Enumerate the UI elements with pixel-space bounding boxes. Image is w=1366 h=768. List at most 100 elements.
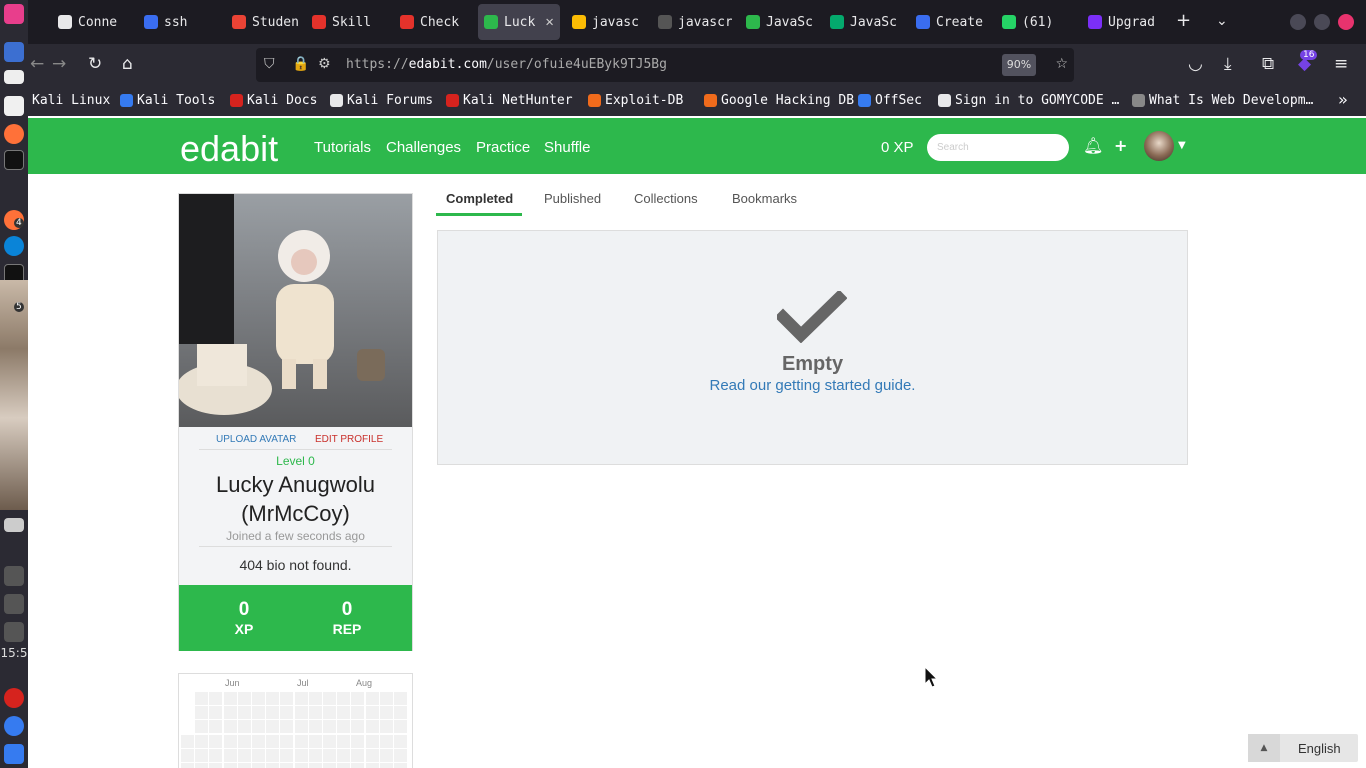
tray-icon[interactable] bbox=[4, 518, 24, 532]
power-icon[interactable] bbox=[4, 622, 24, 642]
tab-completed[interactable]: Completed bbox=[446, 191, 513, 206]
calendar-day-cell bbox=[308, 763, 322, 768]
terminal-icon[interactable] bbox=[4, 150, 24, 170]
home-icon[interactable]: ⌂ bbox=[122, 54, 133, 74]
browser-tab[interactable]: javasc bbox=[566, 4, 644, 40]
upload-avatar-link[interactable]: UPLOAD AVATAR bbox=[216, 434, 296, 445]
bookmark-item[interactable]: Kali Linux bbox=[32, 93, 110, 108]
bookmark-favicon-icon bbox=[120, 94, 133, 107]
tab-collections[interactable]: Collections bbox=[634, 191, 698, 206]
address-bar[interactable]: ⛉ 🔒 ⚙ https://edabit.com/user/ofuie4uEBy… bbox=[256, 48, 1074, 82]
calendar-day-cell bbox=[351, 720, 365, 734]
browser-tab[interactable]: ssh bbox=[138, 4, 218, 40]
tab-label: (61) bbox=[1022, 14, 1054, 30]
new-tab-icon[interactable]: + bbox=[1176, 10, 1191, 31]
bookmark-label: Sign in to GOMYCODE … bbox=[955, 93, 1120, 108]
browser-tab[interactable]: Check bbox=[394, 4, 470, 40]
lock-icon[interactable] bbox=[4, 688, 24, 708]
kali-menu-icon[interactable] bbox=[4, 4, 24, 24]
bookmark-label: Kali Tools bbox=[137, 93, 216, 108]
edit-profile-link[interactable]: EDIT PROFILE bbox=[315, 434, 383, 445]
browser-tab[interactable]: JavaSc bbox=[740, 4, 816, 40]
navigation-toolbar: ← → ↻ ⌂ ⛉ 🔒 ⚙ https://edabit.com/user/of… bbox=[28, 44, 1366, 86]
url-text[interactable]: https://edabit.com/user/ofuie4uEByk9TJ5B… bbox=[346, 57, 667, 72]
nav-challenges[interactable]: Challenges bbox=[386, 139, 461, 156]
extensions-icon[interactable]: ⧉ bbox=[1262, 54, 1274, 74]
bookmark-item[interactable]: Kali Tools bbox=[120, 93, 215, 108]
avatar[interactable] bbox=[1144, 131, 1174, 161]
tab-label: Skill bbox=[332, 14, 372, 30]
list-all-tabs-icon[interactable]: ⌄ bbox=[1216, 13, 1228, 29]
bell-icon[interactable]: 🔔︎ bbox=[1083, 136, 1103, 155]
bookmark-item[interactable]: OffSec bbox=[858, 93, 922, 108]
browser-tab[interactable]: Create bbox=[910, 4, 988, 40]
site-logo[interactable]: edabit bbox=[180, 128, 278, 170]
browser-tab[interactable]: (61) bbox=[996, 4, 1076, 40]
chevron-down-icon[interactable]: ▼ bbox=[1178, 140, 1186, 151]
xp-stat-label: XP bbox=[234, 621, 254, 637]
bookmark-item[interactable]: Kali NetHunter bbox=[446, 93, 573, 108]
bookmark-item[interactable]: Kali Forums bbox=[330, 93, 433, 108]
pocket-icon[interactable]: ◡ bbox=[1188, 54, 1203, 74]
search-input[interactable] bbox=[927, 134, 1069, 161]
os-dock: 4 5 15:5 bbox=[0, 0, 28, 768]
shield-icon[interactable]: ⛉ bbox=[264, 56, 275, 72]
reload-icon[interactable]: ↻ bbox=[88, 54, 102, 74]
zoom-indicator[interactable]: 90% bbox=[1002, 54, 1036, 76]
browser-tab[interactable]: javascrip bbox=[652, 4, 732, 40]
bookmark-star-icon[interactable]: ☆ bbox=[1055, 56, 1068, 72]
tab-favicon-icon bbox=[484, 15, 498, 29]
menu-icon[interactable]: ≡ bbox=[1334, 54, 1348, 74]
maximize-button[interactable] bbox=[1314, 14, 1330, 30]
plus-icon[interactable]: + bbox=[1114, 136, 1127, 155]
tab-favicon-icon bbox=[1088, 15, 1102, 29]
forward-icon[interactable]: → bbox=[52, 54, 66, 74]
calendar-day-cell bbox=[195, 720, 209, 734]
caret-up-icon[interactable]: ▲ bbox=[1248, 734, 1280, 762]
downloads-icon[interactable]: ⤓ bbox=[1224, 54, 1232, 74]
switch-user-icon[interactable] bbox=[4, 716, 24, 736]
calendar-day-cell bbox=[266, 734, 280, 748]
close-tab-icon[interactable]: ✕ bbox=[545, 14, 553, 30]
getting-started-link[interactable]: Read our getting started guide. bbox=[438, 377, 1187, 394]
calendar-day-cell bbox=[379, 734, 393, 748]
edge-icon[interactable] bbox=[4, 236, 24, 256]
nav-practice[interactable]: Practice bbox=[476, 139, 530, 156]
files-icon[interactable] bbox=[4, 70, 24, 84]
permissions-icon[interactable]: ⚙ bbox=[318, 56, 331, 72]
workspace-icon[interactable] bbox=[4, 42, 24, 62]
browser-tab[interactable]: JavaSc bbox=[824, 4, 902, 40]
text-editor-icon[interactable] bbox=[4, 96, 24, 116]
language-label[interactable]: English bbox=[1298, 741, 1341, 756]
bookmark-label: Kali NetHunter bbox=[463, 93, 573, 108]
browser-tab[interactable]: Conne bbox=[52, 4, 128, 40]
calendar-day-cell bbox=[252, 763, 265, 768]
bookmark-label: Kali Linux bbox=[32, 93, 111, 108]
calendar-day-cell bbox=[379, 706, 393, 720]
kali-dragon-icon[interactable] bbox=[4, 744, 24, 764]
calendar-day-cell bbox=[209, 748, 223, 762]
browser-tab[interactable]: Skill bbox=[306, 4, 386, 40]
bookmark-item[interactable]: What Is Web Developm… bbox=[1132, 93, 1313, 108]
language-selector[interactable]: ▲ English bbox=[1248, 734, 1358, 762]
nav-shuffle[interactable]: Shuffle bbox=[544, 139, 590, 156]
notification-icon[interactable] bbox=[4, 594, 24, 614]
empty-title: Empty bbox=[781, 353, 844, 375]
close-window-button[interactable] bbox=[1338, 14, 1354, 30]
nav-tutorials[interactable]: Tutorials bbox=[314, 139, 371, 156]
volume-icon[interactable] bbox=[4, 566, 24, 586]
browser-tab[interactable]: Luck ✕ bbox=[478, 4, 560, 40]
browser-tab[interactable]: Studen bbox=[226, 4, 298, 40]
bookmark-item[interactable]: Google Hacking DB bbox=[704, 93, 854, 108]
firefox-icon[interactable] bbox=[4, 124, 24, 144]
browser-tab[interactable]: Upgrad bbox=[1082, 4, 1168, 40]
bookmark-item[interactable]: Kali Docs bbox=[230, 93, 317, 108]
tab-published[interactable]: Published bbox=[544, 191, 601, 206]
tab-bookmarks[interactable]: Bookmarks bbox=[732, 191, 797, 206]
back-icon[interactable]: ← bbox=[30, 54, 44, 74]
more-bookmarks-icon[interactable]: » bbox=[1338, 90, 1348, 109]
minimize-button[interactable] bbox=[1290, 14, 1306, 30]
lock-icon[interactable]: 🔒 bbox=[292, 56, 309, 72]
bookmark-item[interactable]: Exploit-DB bbox=[588, 93, 683, 108]
bookmark-item[interactable]: Sign in to GOMYCODE … bbox=[938, 93, 1119, 108]
